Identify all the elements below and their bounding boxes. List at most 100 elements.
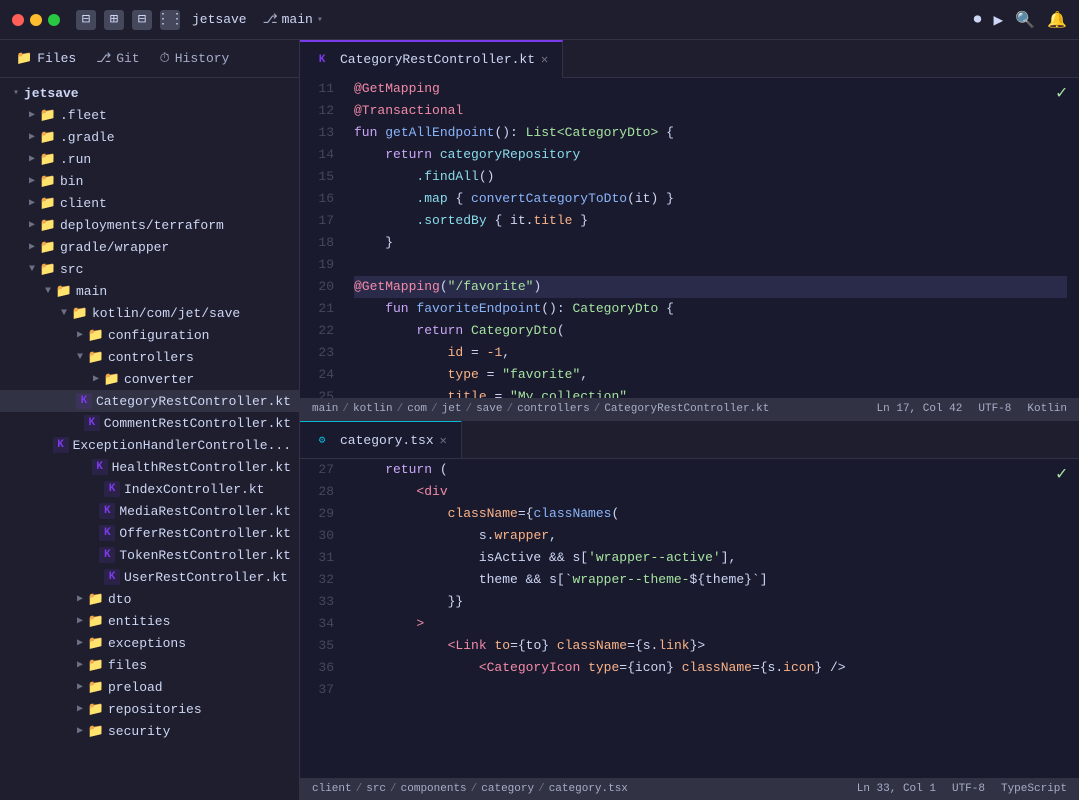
tree-item[interactable]: K OfferRestController.kt xyxy=(0,522,299,544)
tree-item[interactable]: ▶ 📁 exceptions xyxy=(0,632,299,654)
line-number: 19 xyxy=(304,254,334,276)
bottom-tab-close-icon[interactable]: ✕ xyxy=(440,433,447,448)
tree-project-root[interactable]: ▾jetsave xyxy=(0,82,299,104)
tree-item[interactable]: ▶ 📁 .fleet xyxy=(0,104,299,126)
line-number: 20 xyxy=(304,276,334,298)
top-lang: Kotlin xyxy=(1027,403,1067,415)
tab-category-controller[interactable]: K CategoryRestController.kt ✕ xyxy=(300,40,563,78)
line-number: 28 xyxy=(304,481,334,503)
top-editor-pane: K CategoryRestController.kt ✕ 1112131415… xyxy=(300,40,1079,421)
tree-item[interactable]: ▶ 📁 entities xyxy=(0,610,299,632)
tree-item[interactable]: ▼ 📁 controllers xyxy=(0,346,299,368)
tree-item[interactable]: ▶ 📁 bin xyxy=(0,170,299,192)
top-tab-close-icon[interactable]: ✕ xyxy=(541,52,548,67)
tree-arrow: ▶ xyxy=(24,175,40,187)
tree-item-label: MediaRestController.kt xyxy=(119,504,291,519)
tree-item-label: UserRestController.kt xyxy=(124,570,288,585)
tree-arrow: ▶ xyxy=(72,703,88,715)
tree-item[interactable]: K UserRestController.kt xyxy=(0,566,299,588)
tree-item[interactable]: ▶ 📁 client xyxy=(0,192,299,214)
top-code-area[interactable]: @GetMapping@Transactionalfun getAllEndpo… xyxy=(342,78,1079,398)
line-number: 13 xyxy=(304,122,334,144)
code-line: id = -1, xyxy=(354,342,1067,364)
tree-item[interactable]: ▶ 📁 security xyxy=(0,720,299,742)
top-status-bar: main / kotlin / com / jet / save / contr… xyxy=(300,398,1079,420)
kt-file-icon: K xyxy=(314,52,330,68)
tree-item[interactable]: ▼ 📁 kotlin/com/jet/save xyxy=(0,302,299,324)
bell-icon[interactable]: 🔔 xyxy=(1047,10,1067,30)
tab-git[interactable]: ⎇ Git xyxy=(88,47,147,70)
tree-item[interactable]: K MediaRestController.kt xyxy=(0,500,299,522)
bottom-status-bar: client / src / components / category / c… xyxy=(300,778,1079,800)
tree-item[interactable]: K TokenRestController.kt xyxy=(0,544,299,566)
folder-icon: 📁 xyxy=(104,371,120,387)
panel-toggle-icon[interactable]: ⊞ xyxy=(104,10,124,30)
code-line: fun favoriteEndpoint(): CategoryDto { xyxy=(354,298,1067,320)
tree-item-label: controllers xyxy=(108,350,194,365)
tree-item[interactable]: ▶ 📁 converter xyxy=(0,368,299,390)
sidebar-right-toggle-icon[interactable]: ⊟ xyxy=(132,10,152,30)
tree-arrow: ▶ xyxy=(88,373,104,385)
breadcrumb-separator: / xyxy=(594,403,601,415)
breadcrumb-separator: / xyxy=(506,403,513,415)
maximize-button[interactable] xyxy=(48,14,60,26)
tree-item[interactable]: ▶ 📁 gradle/wrapper xyxy=(0,236,299,258)
tab-history[interactable]: ⏱ History xyxy=(152,47,238,70)
tree-item[interactable]: ▼ 📁 main xyxy=(0,280,299,302)
breadcrumb-item: components xyxy=(401,783,467,795)
tab-files[interactable]: 📁 Files xyxy=(8,47,84,70)
bottom-line-numbers: 2728293031323334353637 xyxy=(300,459,342,779)
tree-item[interactable]: K IndexController.kt xyxy=(0,478,299,500)
tree-item[interactable]: ▶ 📁 preload xyxy=(0,676,299,698)
tree-item[interactable]: ▶ 📁 .run xyxy=(0,148,299,170)
tree-arrow: ▼ xyxy=(56,308,72,319)
tree-item[interactable]: K HealthRestController.kt xyxy=(0,456,299,478)
tree-item-label: entities xyxy=(108,614,170,629)
tree-item[interactable]: ▶ 📁 repositories xyxy=(0,698,299,720)
tree-arrow: ▶ xyxy=(24,131,40,143)
code-line: isActive && s['wrapper--active'], xyxy=(354,547,1067,569)
line-number: 32 xyxy=(304,569,334,591)
bottom-lang: TypeScript xyxy=(1001,783,1067,795)
breadcrumb-item: controllers xyxy=(517,403,590,415)
history-tab-label: History xyxy=(175,51,230,66)
branch-selector[interactable]: ⎇ main ▾ xyxy=(263,12,323,27)
line-number: 14 xyxy=(304,144,334,166)
tree-item[interactable]: ▶ 📁 files xyxy=(0,654,299,676)
close-button[interactable] xyxy=(12,14,24,26)
grid-icon[interactable]: ⋮⋮ xyxy=(160,10,180,30)
files-icon: 📁 xyxy=(16,51,32,66)
tab-category-tsx[interactable]: ⚙ category.tsx ✕ xyxy=(300,421,462,459)
breadcrumb-separator: / xyxy=(465,403,472,415)
folder-icon: 📁 xyxy=(40,129,56,145)
code-line: s.wrapper, xyxy=(354,525,1067,547)
tree-item[interactable]: K CommentRestController.kt xyxy=(0,412,299,434)
line-number: 24 xyxy=(304,364,334,386)
tree-item[interactable]: ▶ 📁 .gradle xyxy=(0,126,299,148)
folder-icon: 📁 xyxy=(88,613,104,629)
run-icon[interactable]: ▶ xyxy=(994,10,1004,30)
breadcrumb-item: src xyxy=(366,783,386,795)
search-icon[interactable]: 🔍 xyxy=(1015,10,1035,30)
history-icon: ⏱ xyxy=(160,51,170,66)
kt-icon: K xyxy=(92,459,108,475)
tree-item[interactable]: ▶ 📁 dto xyxy=(0,588,299,610)
code-line: <div xyxy=(354,481,1067,503)
line-number: 12 xyxy=(304,100,334,122)
sidebar-toggle-icon[interactable]: ⊟ xyxy=(76,10,96,30)
bottom-code-area[interactable]: return ( <div className={classNames( s.w… xyxy=(342,459,1079,779)
tree-item[interactable]: ▼ 📁 src xyxy=(0,258,299,280)
bottom-editor-content: 2728293031323334353637 return ( <div cla… xyxy=(300,459,1079,779)
tree-item[interactable]: K ExceptionHandlerControlle... xyxy=(0,434,299,456)
folder-icon: 📁 xyxy=(88,349,104,365)
code-line: theme && s[`wrapper--theme-${theme}`] xyxy=(354,569,1067,591)
tree-item[interactable]: ▶ 📁 configuration xyxy=(0,324,299,346)
tree-item[interactable]: K CategoryRestController.kt xyxy=(0,390,299,412)
tree-arrow: ▶ xyxy=(24,197,40,209)
top-editor-content: 1112131415161718192021222324252627 @GetM… xyxy=(300,78,1079,398)
code-line: @GetMapping xyxy=(354,78,1067,100)
minimize-button[interactable] xyxy=(30,14,42,26)
record-icon[interactable]: ⏺ xyxy=(974,11,982,29)
breadcrumb-item: client xyxy=(312,783,352,795)
tree-item[interactable]: ▶ 📁 deployments/terraform xyxy=(0,214,299,236)
